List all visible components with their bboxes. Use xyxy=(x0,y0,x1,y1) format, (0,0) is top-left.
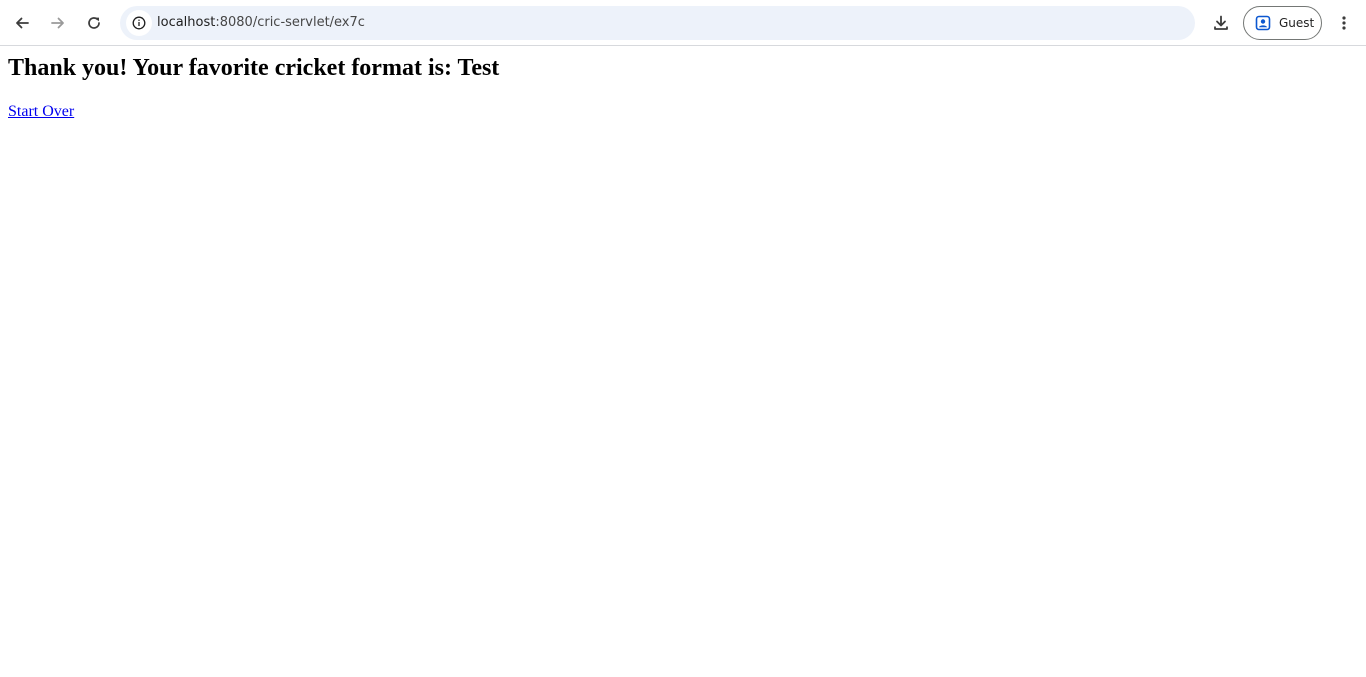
browser-toolbar: localhost:8080/cric-servlet/ex7c Guest xyxy=(0,0,1366,46)
info-icon xyxy=(132,16,146,30)
page-content: Thank you! Your favorite cricket format … xyxy=(0,54,1366,121)
url-path: :8080/cric-servlet/ex7c xyxy=(215,15,365,30)
start-over-link[interactable]: Start Over xyxy=(8,103,74,121)
arrow-right-icon xyxy=(51,17,64,29)
profile-button[interactable]: Guest xyxy=(1243,6,1322,40)
page-heading: Thank you! Your favorite cricket format … xyxy=(8,55,500,81)
reload-button[interactable] xyxy=(78,7,110,39)
browser-menu-button[interactable] xyxy=(1328,7,1360,39)
profile-label: Guest xyxy=(1279,16,1315,30)
url-host: localhost xyxy=(157,15,216,30)
url-text[interactable]: localhost:8080/cric-servlet/ex7c xyxy=(157,15,365,31)
back-button[interactable] xyxy=(6,7,38,39)
download-icon xyxy=(1214,15,1228,30)
person-badge-icon xyxy=(1255,15,1271,31)
three-dot-vertical-icon xyxy=(1342,16,1346,30)
forward-button[interactable] xyxy=(42,7,74,39)
reload-icon xyxy=(88,17,100,29)
site-info-button[interactable] xyxy=(126,10,152,36)
address-bar[interactable]: localhost:8080/cric-servlet/ex7c xyxy=(120,6,1195,40)
downloads-button[interactable] xyxy=(1205,7,1237,39)
arrow-left-icon xyxy=(16,17,29,29)
